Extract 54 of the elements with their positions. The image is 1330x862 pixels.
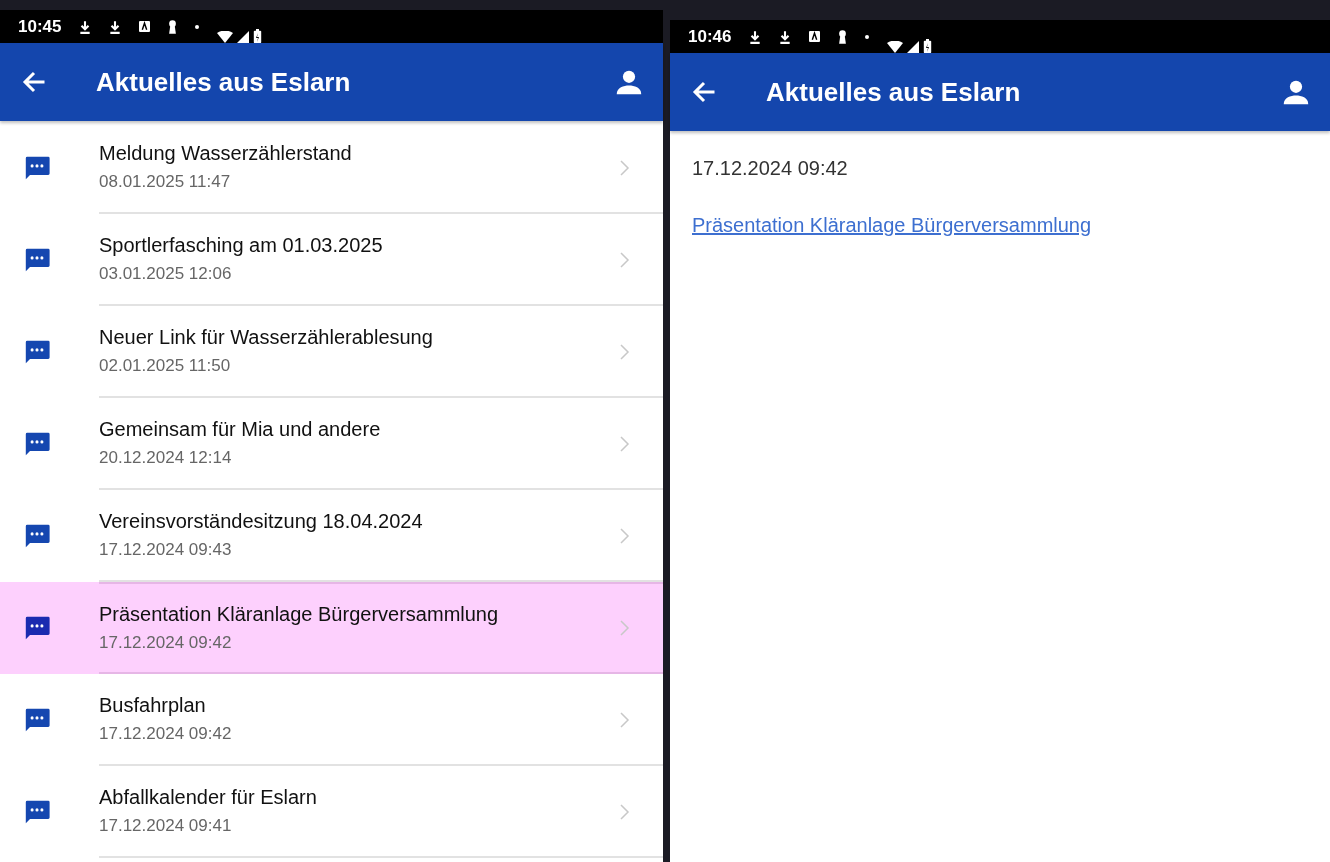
item-date: 02.01.2025 11:50 [99, 356, 232, 376]
chevron-icon [620, 159, 630, 177]
status-time: 10:46 [688, 26, 732, 47]
item-title: Sportlerfasching am 01.03.2025 [99, 234, 384, 257]
news-item[interactable]: Abfallkalender für Eslarn 17.12.2024 09:41 [0, 766, 663, 858]
item-date: 08.01.2025 11:47 [99, 172, 232, 192]
post-date: 17.12.2024 09:42 [692, 157, 848, 180]
chevron-icon [620, 343, 630, 361]
back-button[interactable] [692, 80, 716, 104]
attachment-link[interactable]: Präsentation Kläranlage Bürgerversammlung [692, 214, 1092, 237]
download-icon [79, 19, 92, 34]
chevron-icon [620, 711, 630, 729]
news-item[interactable]: Meldung Wasserzählerstand 08.01.2025 11:47 [0, 122, 663, 214]
item-title: Vereinsvorständesitzung 18.04.2024 [99, 510, 424, 533]
dot-icon [865, 34, 870, 39]
chevron-icon [620, 527, 630, 545]
news-item[interactable]: Busfahrplan 17.12.2024 09:42 [0, 674, 663, 766]
chevron-icon [620, 619, 630, 637]
news-item[interactable]: Neuer Link für Wasserzählerablesung 02.01.2025 11:50 [0, 306, 663, 398]
keyhole-icon [838, 29, 848, 44]
dot-icon [195, 24, 200, 29]
download-icon [779, 29, 792, 44]
download-icon [109, 19, 122, 34]
item-date: 03.01.2025 12:06 [99, 264, 233, 284]
item-date: 17.12.2024 09:43 [99, 540, 233, 560]
chevron-icon [620, 435, 630, 453]
app-icon [139, 21, 151, 32]
item-date: 17.12.2024 09:42 [99, 724, 233, 744]
app-icon [809, 31, 821, 42]
app-bar-title: Aktuelles aus Eslarn [96, 66, 351, 98]
download-icon [749, 29, 762, 44]
app-bar-title: Aktuelles aus Eslarn [766, 76, 1021, 108]
chevron-icon [620, 251, 630, 269]
back-button[interactable] [22, 70, 46, 94]
wifi-icon [217, 30, 234, 43]
item-title: Busfahrplan [99, 694, 207, 717]
news-item[interactable]: Gemeinsam für Mia und andere 20.12.2024 12:14 [0, 398, 663, 490]
news-item[interactable]: Sportlerfasching am 01.03.2025 03.01.2025 12:06 [0, 214, 663, 306]
item-title: Meldung Wasserzählerstand [99, 142, 353, 165]
item-title: Präsentation Kläranlage Bürgerversammlung [99, 603, 500, 626]
item-date: 20.12.2024 12:14 [99, 448, 233, 468]
account-button[interactable] [1282, 78, 1310, 106]
news-item[interactable]: Vereinsvorständesitzung 18.04.2024 17.12.2024 09:43 [0, 490, 663, 582]
item-title: Abfallkalender für Eslarn [99, 786, 318, 809]
news-item[interactable]: Präsentation Kläranlage Bürgerversammlung 17.12.2024 09:42 [0, 582, 663, 674]
status-time: 10:45 [18, 16, 62, 37]
item-date: 17.12.2024 09:41 [99, 816, 233, 836]
wifi-icon [887, 40, 904, 53]
keyhole-icon [168, 19, 178, 34]
item-date: 17.12.2024 09:42 [99, 633, 233, 653]
account-button[interactable] [615, 68, 643, 96]
chevron-icon [620, 803, 630, 821]
item-title: Neuer Link für Wasserzählerablesung [99, 326, 434, 349]
item-title: Gemeinsam für Mia und andere [99, 418, 382, 441]
